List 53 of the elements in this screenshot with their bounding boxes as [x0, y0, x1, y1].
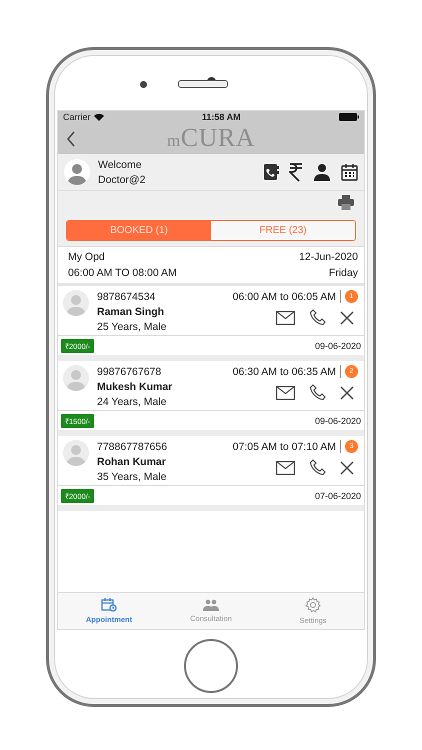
patient-name: Mukesh Kumar	[97, 381, 174, 393]
doctor-name: Doctor@2	[98, 174, 146, 186]
avatar-icon	[64, 159, 90, 185]
opd-day: Friday	[299, 267, 358, 279]
opd-time-range: 06:00 AM TO 08:00 AM	[68, 267, 178, 279]
home-button[interactable]	[184, 639, 238, 693]
booking-date: 07-06-2020	[314, 491, 361, 501]
opd-title: My Opd	[68, 251, 106, 263]
booking-date: 09-06-2020	[314, 416, 361, 426]
patient-details: 24 Years, Male	[97, 396, 168, 408]
close-icon[interactable]	[340, 310, 354, 324]
mail-icon[interactable]	[276, 460, 295, 474]
mail-icon[interactable]	[276, 310, 295, 324]
battery-icon	[338, 113, 359, 121]
person-icon[interactable]	[313, 163, 331, 181]
avatar-icon	[63, 290, 89, 316]
welcome-text: Welcome	[98, 158, 143, 170]
phone-icon[interactable]	[309, 309, 326, 326]
patient-phone: 9878674534	[97, 291, 156, 303]
contact-book-icon[interactable]	[263, 163, 279, 181]
back-icon[interactable]	[66, 130, 76, 146]
patient-phone: 99876767678	[97, 366, 162, 378]
opd-date: 12-Jun-2020	[299, 251, 358, 263]
avatar-icon	[63, 440, 89, 466]
patient-details: 35 Years, Male	[97, 471, 168, 483]
patient-name: Rohan Kumar	[97, 456, 167, 468]
appointment-time: 07:05 AM to 07:10 AM	[232, 440, 336, 452]
segment-tab[interactable]: FREE (23)	[211, 221, 355, 240]
calendar-clock-icon	[101, 598, 117, 612]
status-time: 11:58 AM	[202, 112, 241, 122]
phone-icon[interactable]	[309, 384, 326, 401]
printer-icon[interactable]	[338, 195, 354, 210]
patient-phone: 778867787656	[97, 441, 168, 453]
segment-tab[interactable]: BOOKED (1)	[67, 221, 211, 240]
booking-date: 09-06-2020	[314, 341, 361, 351]
people-icon	[203, 599, 219, 611]
patient-name: Raman Singh	[97, 306, 166, 318]
speaker-slot	[178, 80, 228, 88]
appointment-time: 06:00 AM to 06:05 AM	[232, 290, 336, 302]
sensor-dot	[140, 81, 147, 88]
wifi-icon	[94, 113, 104, 121]
appointment-time: 06:30 AM to 06:35 AM	[232, 366, 336, 378]
app-logo: mCURA	[167, 123, 255, 153]
calendar-icon[interactable]	[341, 163, 358, 181]
avatar-icon	[63, 365, 89, 391]
patient-details: 25 Years, Male	[97, 321, 168, 333]
rupee-icon[interactable]	[289, 162, 303, 182]
mail-icon[interactable]	[276, 386, 295, 400]
settings-icon	[305, 597, 321, 613]
carrier-label: Carrier	[63, 112, 91, 122]
phone-icon[interactable]	[309, 459, 326, 476]
close-icon[interactable]	[340, 460, 354, 474]
close-icon[interactable]	[340, 386, 354, 400]
